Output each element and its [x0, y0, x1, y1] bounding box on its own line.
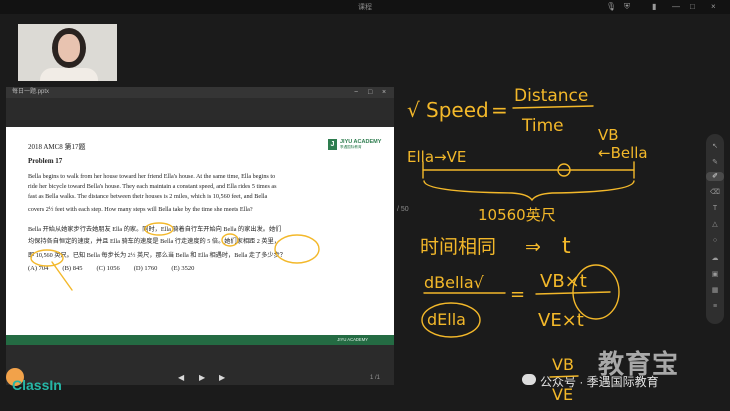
cancel-circle	[572, 264, 620, 320]
close-button[interactable]: ×	[711, 2, 716, 11]
chinese-line-1: Bella 开始从她家步行去她朋友 Ella 的家。同时，Ella 骑着自行车开…	[28, 226, 282, 233]
problem-line-3: fast as Bella walks. The distance betwee…	[28, 193, 268, 200]
distance-value: 10560英尺	[478, 206, 556, 224]
previous-icon[interactable]: ◀	[178, 373, 184, 382]
distance-word: Distance	[514, 86, 588, 106]
doc-close-button[interactable]: ×	[382, 87, 386, 98]
play-icon[interactable]: ▶	[199, 373, 205, 382]
fraction-line-v	[535, 291, 611, 295]
minimize-button[interactable]: —	[672, 2, 680, 11]
ve-t-text: VE×t	[538, 310, 584, 331]
shoulders	[40, 68, 98, 81]
ella-label: Ella→VE	[407, 148, 466, 166]
slide-footer-bar: JIYU ACADEMY	[6, 335, 394, 345]
contest-title: 2018 AMC8 第17题	[28, 143, 86, 151]
chinese-line-3: 即 10,560 英尺。已知 Bella 每步长为 2½ 英尺，那么当 Bell…	[28, 252, 286, 259]
check-mark: √	[407, 98, 420, 122]
time-word: Time	[521, 116, 564, 136]
wechat-icon	[522, 374, 536, 385]
page-indicator: / 50	[397, 206, 409, 213]
vb-t-text: VB×t	[540, 271, 587, 292]
doc-maximize-button[interactable]: □	[368, 87, 372, 98]
fraction-line-speed	[512, 105, 594, 109]
cloud-icon[interactable]: ☁	[706, 254, 724, 263]
option-b: (B) 845	[62, 265, 83, 272]
dbella-text: dBella√	[424, 273, 485, 292]
pen-icon[interactable]: ✎	[706, 158, 724, 167]
logo-mark-icon: J	[328, 139, 337, 150]
della-text: dElla	[427, 310, 466, 329]
watermark-logo: 教育宝	[598, 349, 680, 379]
document-viewer[interactable]: 每日一题.pptx − □ × 2018 AMC8 第17题 J JIYU AC…	[6, 87, 394, 385]
implies-arrow: ⇒	[525, 236, 541, 258]
t-symbol: t	[562, 234, 571, 259]
face	[58, 34, 80, 62]
della-circle	[421, 302, 481, 338]
document-filename: 每日一题.pptx	[12, 89, 50, 95]
meeting-point	[557, 163, 571, 177]
speed-word: Speed	[426, 98, 489, 122]
vb-label: VB	[598, 126, 619, 144]
fraction-equals: =	[510, 284, 525, 305]
grid-icon[interactable]: ▦	[706, 286, 724, 295]
same-time-text: 时间相同	[420, 236, 496, 258]
option-e: (E) 3520	[171, 265, 195, 272]
lasso-icon[interactable]: ○	[706, 236, 724, 245]
chinese-line-2: 均保持各自恒定的速度，并且 Ella 骑车的速度是 Bella 行走速度的 5 …	[28, 238, 280, 245]
problem-line-1: Bella begins to walk from her house towa…	[28, 173, 276, 180]
doc-minimize-button[interactable]: −	[354, 87, 358, 98]
shield-icon[interactable]: ⛨	[624, 2, 630, 11]
pointer-icon[interactable]: ↖	[706, 142, 724, 151]
footer-text: JIYU ACADEMY	[337, 337, 368, 342]
logo-subtitle: 季遇国际教育	[340, 145, 362, 149]
maximize-button[interactable]: □	[690, 2, 695, 11]
eraser-icon[interactable]: ⌫	[706, 188, 724, 197]
mic-icon[interactable]: 🎙	[606, 2, 616, 11]
shape-icon[interactable]: △	[706, 220, 724, 229]
equals-sign: =	[491, 98, 508, 122]
option-a: (A) 704	[28, 265, 49, 272]
option-d: (D) 1760	[133, 265, 158, 272]
window-title: 课程	[358, 4, 372, 11]
next-icon[interactable]: ▶	[219, 373, 225, 382]
layers-icon[interactable]: ≡	[706, 302, 724, 311]
problem-heading: Problem 17	[28, 157, 63, 165]
academy-logo: J JIYU ACADEMY 季遇国际教育	[328, 139, 381, 150]
highlighter-icon[interactable]: ✐	[706, 172, 724, 181]
slide: 2018 AMC8 第17题 J JIYU ACADEMY 季遇国际教育 Pro…	[6, 127, 394, 342]
brace	[423, 180, 635, 202]
bella-label: ←Bella	[598, 144, 648, 162]
text-icon[interactable]: T	[706, 204, 724, 213]
problem-line-4: covers 2½ feet with each step. How many …	[28, 206, 253, 213]
title-bar: 课程 🎙 ⛨ ▮ — □ ×	[0, 0, 730, 14]
teacher-webcam[interactable]	[18, 24, 117, 81]
document-header: 每日一题.pptx − □ ×	[6, 87, 394, 98]
option-c: (C) 1056	[96, 265, 120, 272]
slide-counter: 1 /1	[370, 375, 381, 381]
whiteboard-toolbar: ↖ ✎ ✐ ⌫ T △ ○ ☁ ▣ ▦ ≡	[706, 134, 724, 324]
answer-options: (A) 704 (B) 845 (C) 1056 (D) 1760 (E) 35…	[28, 265, 328, 272]
vb-bottom-text: VB	[552, 355, 574, 374]
problem-line-2: ride her bicycle toward Bella's house. T…	[28, 183, 277, 190]
signal-icon: ▮	[652, 2, 657, 11]
playback-controls: ◀ ▶ ▶ 1 /1	[6, 372, 394, 386]
image-icon[interactable]: ▣	[706, 270, 724, 279]
